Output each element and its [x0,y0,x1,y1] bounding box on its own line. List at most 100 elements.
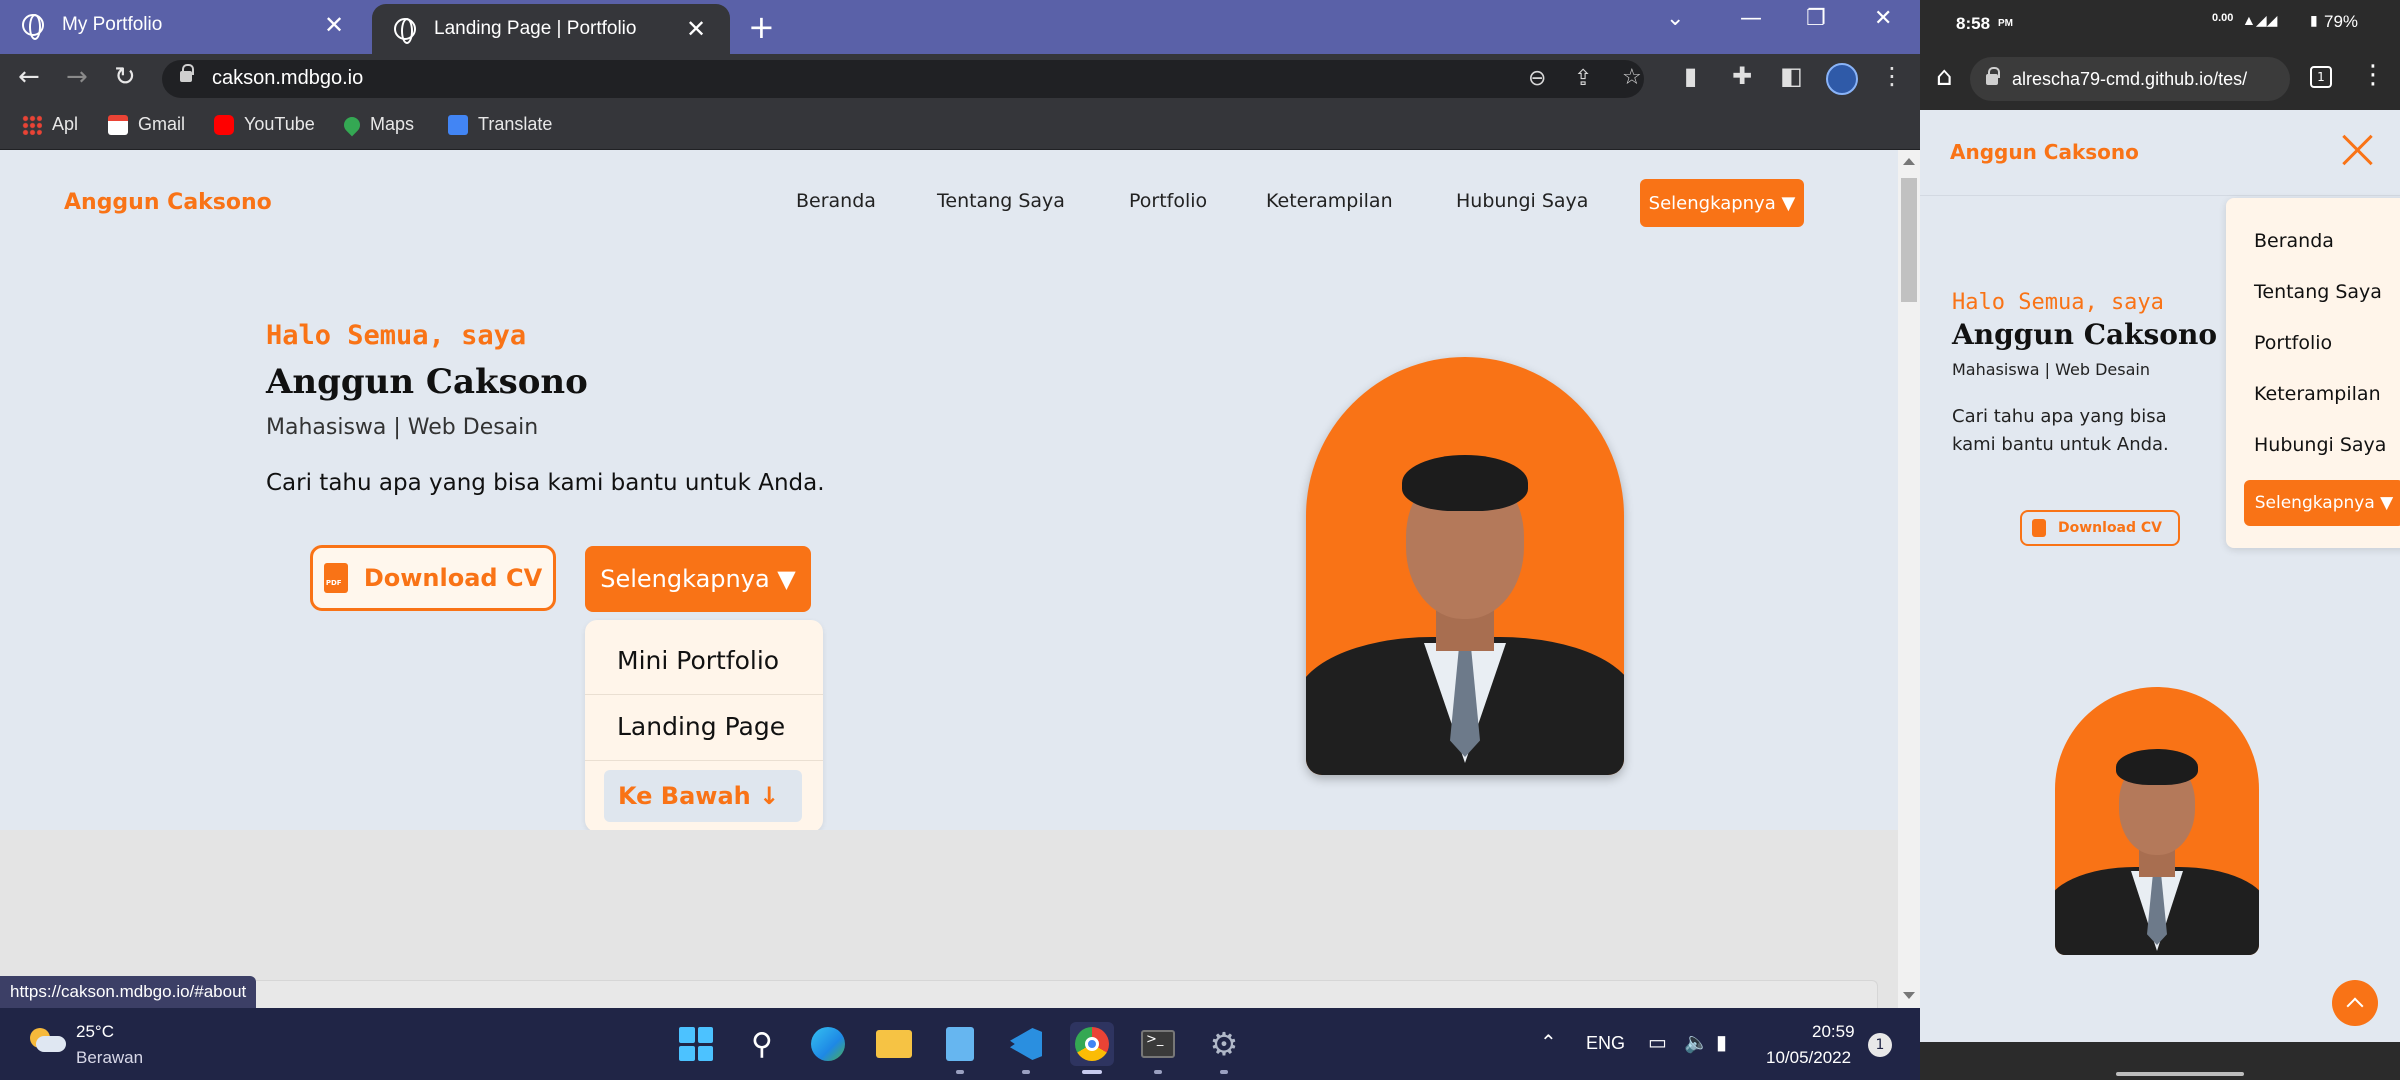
nav-hubungi-saya[interactable]: Hubungi Saya [1456,190,1588,212]
volume-icon[interactable]: 🔈 [1684,1030,1709,1055]
page-scrollbar[interactable] [1898,150,1920,1008]
site-brand[interactable]: Anggun Caksono [64,190,272,215]
weather-cloudy-icon[interactable] [30,1028,66,1052]
bookmark-translate[interactable]: Translate [448,114,552,135]
lock-icon [1986,67,2000,85]
reading-list-icon[interactable]: ▮ [1684,62,1697,90]
reload-icon[interactable]: ↻ [114,62,136,92]
nav-tentang-saya[interactable]: Tentang Saya [937,190,1065,212]
dropdown-ke-bawah[interactable]: Ke Bawah ↓ [604,770,802,822]
hero-tagline: Cari tahu apa yang bisa kami bantu untuk… [266,470,825,496]
show-hidden-icons-chevron-icon[interactable]: ⌃ [1540,1030,1557,1055]
bookmark-youtube[interactable]: YouTube [214,114,315,135]
extensions-icon[interactable]: ✚ [1732,62,1752,90]
close-menu-icon[interactable] [2340,132,2376,168]
phone-nav-portfolio[interactable]: Portfolio [2254,332,2332,354]
menu-kebab-icon[interactable]: ⋮ [1880,62,1904,90]
close-window-icon[interactable]: ✕ [1874,6,1892,31]
forward-icon[interactable]: → [66,62,88,92]
scroll-to-top-button[interactable] [2332,980,2378,1026]
scroll-up-arrow-icon[interactable] [1903,158,1915,165]
notification-badge[interactable]: 1 [1868,1033,1892,1057]
lock-icon [180,64,194,82]
selengkapnya-dropdown: Mini Portfolio Landing Page Ke Bawah ↓ [585,620,823,830]
phone-nav-beranda[interactable]: Beranda [2254,230,2334,252]
phone-nav-tentang-saya[interactable]: Tentang Saya [2254,281,2382,303]
nav-more-button[interactable]: Selengkapnya ▼ [1640,179,1804,227]
phone-nav-keterampilan[interactable]: Keterampilan [2254,383,2381,405]
windows-taskbar: 25°C Berawan ⚲ >_ ⚙ ⌃ ENG ▭ 🔈 ▮ 20:59 10… [0,1008,1920,1080]
youtube-icon [214,114,234,135]
dropdown-divider [585,694,823,695]
folder-icon [876,1030,912,1058]
pdf-file-icon [2032,519,2046,537]
phone-screen: 8:58 PM 0.00 ▲◢◢ ▮ 79% ⌂ alrescha79-cmd.… [1920,0,2400,1080]
battery-percent: 79% [2324,12,2359,31]
photo-hair [1402,455,1528,511]
phone-nav-more-button[interactable]: Selengkapnya ▼ [2244,480,2400,526]
phone-site-brand[interactable]: Anggun Caksono [1950,140,2139,164]
close-tab-icon[interactable]: ✕ [322,11,346,40]
phone-clock-suffix: PM [1998,18,2013,29]
tab-search-chevron-icon[interactable]: ⌄ [1666,6,1684,31]
clock-date[interactable]: 10/05/2022 [1766,1048,1851,1068]
network-icon[interactable]: ▭ [1648,1030,1667,1055]
clock-time[interactable]: 20:59 [1812,1022,1855,1042]
windows-logo-icon [679,1027,713,1061]
globe-icon [22,14,44,40]
selengkapnya-button[interactable]: Selengkapnya ▼ [585,546,811,612]
photo-hair [2116,749,2198,785]
taskbar-chrome[interactable] [1070,1022,1114,1074]
taskbar-vscode[interactable] [1004,1022,1048,1074]
phone-omnibox[interactable]: alrescha79-cmd.github.io/tes/ [1970,57,2290,101]
restore-icon[interactable]: ❐ [1806,6,1826,31]
zoom-icon[interactable]: ⊖ [1528,66,1546,91]
dropdown-landing-page[interactable]: Landing Page [617,712,785,741]
input-language[interactable]: ENG [1586,1033,1625,1054]
download-cv-button[interactable]: Download CV [310,545,556,611]
taskbar-notepad[interactable] [938,1022,982,1074]
bookmark-maps[interactable]: Maps [340,113,414,136]
side-panel-icon[interactable]: ◧ [1780,62,1803,90]
weather-condition[interactable]: Berawan [76,1048,143,1068]
taskbar-edge[interactable] [806,1022,850,1066]
scrollbar-thumb[interactable] [1901,178,1917,302]
taskbar-settings[interactable]: ⚙ [1202,1022,1246,1074]
scroll-down-arrow-icon[interactable] [1903,992,1915,999]
nav-portfolio[interactable]: Portfolio [1129,190,1207,212]
tab-my-portfolio[interactable]: My Portfolio ✕ [0,0,368,50]
gesture-nav-bar[interactable] [1920,1042,2400,1080]
share-icon[interactable]: ⇪ [1574,66,1592,91]
taskbar-file-explorer[interactable] [872,1022,916,1066]
back-icon[interactable]: ← [18,62,40,92]
phone-menu-icon[interactable]: ⋮ [2360,60,2386,90]
battery-charging-icon[interactable]: ▮ [1716,1030,1727,1055]
new-tab-button[interactable]: + [748,8,775,46]
bookmark-star-icon[interactable]: ☆ [1622,65,1642,90]
taskbar-terminal[interactable]: >_ [1136,1022,1180,1074]
bookmark-gmail[interactable]: Gmail [108,114,185,135]
weather-temperature[interactable]: 25°C [76,1022,114,1042]
home-icon[interactable]: ⌂ [1936,62,1953,92]
nav-beranda[interactable]: Beranda [796,190,876,212]
hero-greeting: Halo Semua, saya [266,320,527,351]
bookmark-apps[interactable]: Apl [22,114,78,135]
dropdown-divider [585,760,823,761]
profile-avatar[interactable] [1826,63,1858,95]
phone-nav-hubungi-saya[interactable]: Hubungi Saya [2254,434,2386,456]
tab-count[interactable]: 1 [2310,66,2332,88]
minimize-icon[interactable]: — [1740,6,1762,31]
phone-site-header: Anggun Caksono [1920,110,2400,196]
phone-url: alrescha79-cmd.github.io/tes/ [2012,69,2248,89]
start-button[interactable] [674,1022,718,1066]
phone-address-bar: ⌂ alrescha79-cmd.github.io/tes/ 1 ⋮ [1920,48,2400,110]
tab-landing-page[interactable]: Landing Page | Portfolio ✕ [372,4,730,54]
close-tab-icon[interactable]: ✕ [684,15,708,44]
nav-keterampilan[interactable]: Keterampilan [1266,190,1393,212]
network-speed: 0.00 [2212,12,2234,24]
dropdown-mini-portfolio[interactable]: Mini Portfolio [617,646,779,675]
search-button[interactable]: ⚲ [740,1022,784,1066]
address-bar[interactable]: cakson.mdbgo.io ⊖ ⇪ ☆ [162,60,1644,98]
phone-download-cv-button[interactable]: Download CV [2020,510,2180,546]
tab-bar: My Portfolio ✕ Landing Page | Portfolio … [0,0,1920,54]
